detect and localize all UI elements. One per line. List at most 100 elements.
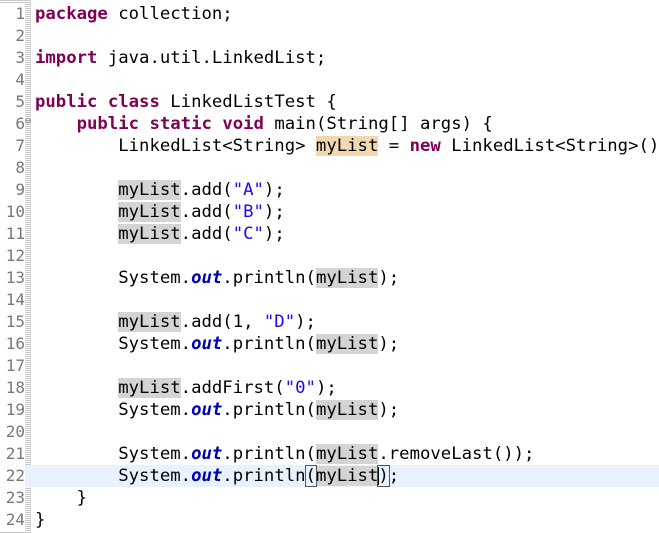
code-token: .add(	[180, 202, 233, 222]
static-field-token: out	[191, 400, 223, 420]
code-text[interactable]: myList.add(1, "D");	[35, 311, 316, 333]
code-text[interactable]: package collection;	[35, 3, 233, 25]
code-line[interactable]: 24}	[0, 509, 659, 531]
code-token: System.	[35, 334, 192, 354]
code-line[interactable]: 7 LinkedList<String> myList = new Linked…	[0, 135, 659, 157]
code-line[interactable]: 11 myList.add("C");	[0, 223, 659, 245]
code-text[interactable]: public class LinkedListTest {	[35, 91, 337, 113]
code-token: );	[263, 180, 285, 200]
code-line[interactable]: 6 ⊖ public static void main(String[] args…	[0, 113, 659, 135]
line-number: 4	[0, 69, 25, 91]
code-line[interactable]: 21 System.out.println(myList.removeLast(…	[0, 443, 659, 465]
line-number: 11	[0, 223, 25, 245]
code-token: .println(	[222, 400, 316, 420]
matching-bracket-token: )	[377, 465, 390, 487]
code-token: System.	[35, 268, 192, 288]
code-text[interactable]: System.out.println(myList.removeLast());	[35, 443, 534, 465]
line-number: 13	[0, 267, 25, 289]
code-text[interactable]: myList.add("B");	[35, 201, 285, 223]
keyword-token: public	[76, 114, 140, 134]
line-number: 24	[0, 509, 25, 531]
code-text[interactable]: myList.add("C");	[35, 223, 285, 245]
keyword-token: class	[107, 92, 160, 112]
code-line[interactable]: 2	[0, 25, 659, 47]
line-number: 21	[0, 443, 25, 465]
code-token: );	[378, 268, 400, 288]
code-line[interactable]: 14	[0, 289, 659, 311]
variable-occurrence-token: myList	[118, 202, 181, 222]
static-field-token: out	[191, 444, 223, 464]
code-token: .println(	[222, 334, 316, 354]
fold-collapse-icon[interactable]: ⊖	[25, 113, 31, 131]
code-line[interactable]: 19 System.out.println(myList);	[0, 399, 659, 421]
code-line[interactable]: 8	[0, 157, 659, 179]
code-token: );	[378, 400, 400, 420]
line-number: 6	[0, 113, 25, 135]
code-line[interactable]: 16 System.out.println(myList);	[0, 333, 659, 355]
line-number: 1	[0, 3, 25, 25]
code-text[interactable]: }	[35, 509, 45, 531]
code-token: LinkedList<String>	[35, 136, 316, 156]
code-token: System.	[35, 466, 192, 486]
code-token: .println	[222, 466, 306, 486]
variable-occurrence-token: myList	[118, 378, 181, 398]
code-line[interactable]: 17	[0, 355, 659, 377]
line-number: 18	[0, 377, 25, 399]
keyword-token: import	[35, 48, 98, 68]
code-text[interactable]: System.out.println(myList);	[35, 267, 399, 289]
code-line[interactable]: 1 package collection;	[0, 3, 659, 25]
code-token: );	[295, 312, 316, 332]
code-text[interactable]: myList.add("A");	[35, 179, 285, 201]
static-field-token: out	[191, 268, 223, 288]
static-field-token: out	[191, 334, 223, 354]
code-line[interactable]: 9 myList.add("A");	[0, 179, 659, 201]
code-token: }	[35, 488, 88, 508]
code-line[interactable]: 18 myList.addFirst("0");	[0, 377, 659, 399]
code-token: main(String[] args) {	[263, 114, 493, 134]
code-editor[interactable]: 1 package collection; 2 3 import java.util.L…	[0, 0, 659, 533]
code-line[interactable]: 22 System.out.println(myList);	[0, 465, 659, 487]
variable-occurrence-token: myList	[315, 334, 379, 354]
code-text[interactable]: System.out.println(myList);	[35, 333, 399, 355]
variable-occurrence-token: myList	[118, 312, 181, 332]
line-number: 15	[0, 311, 25, 333]
string-literal-token: "B"	[232, 202, 264, 222]
code-line[interactable]: 15 myList.add(1, "D");	[0, 311, 659, 333]
code-token: =	[378, 136, 410, 156]
code-token: );	[378, 334, 400, 354]
code-line[interactable]: 5 public class LinkedListTest {	[0, 91, 659, 113]
code-text[interactable]: LinkedList<String> myList = new LinkedLi…	[35, 135, 659, 157]
code-token: System.	[35, 400, 192, 420]
code-token: LinkedList<String>();	[440, 136, 659, 156]
code-text[interactable]: public static void main(String[] args) {	[35, 113, 493, 135]
code-token: );	[315, 378, 337, 398]
code-token: .add(	[180, 180, 233, 200]
variable-occurrence-token: myList	[315, 400, 379, 420]
line-number: 12	[0, 245, 25, 267]
code-line[interactable]: 23 }	[0, 487, 659, 509]
code-line[interactable]: 20	[0, 421, 659, 443]
code-line[interactable]: 12	[0, 245, 659, 267]
code-token: LinkedListTest {	[159, 92, 337, 112]
line-number: 7	[0, 135, 25, 157]
code-token: collection;	[107, 4, 233, 24]
code-text[interactable]: import java.util.LinkedList;	[35, 47, 326, 69]
line-number: 14	[0, 289, 25, 311]
code-token: .add(1,	[180, 312, 264, 332]
code-token: .println(	[222, 444, 316, 464]
code-token: .removeLast());	[378, 444, 535, 464]
code-line[interactable]: 10 myList.add("B");	[0, 201, 659, 223]
code-line[interactable]: 13 System.out.println(myList);	[0, 267, 659, 289]
code-text[interactable]: System.out.println(myList);	[35, 465, 399, 487]
code-text[interactable]: }	[35, 487, 87, 509]
code-text[interactable]: myList.addFirst("0");	[35, 377, 337, 399]
code-text[interactable]: System.out.println(myList);	[35, 399, 399, 421]
code-token: java.util.LinkedList;	[97, 48, 327, 68]
code-line[interactable]: 3 import java.util.LinkedList;	[0, 47, 659, 69]
keyword-token: new	[409, 136, 441, 156]
keyword-token: package	[35, 4, 108, 24]
code-line[interactable]: 4	[0, 69, 659, 91]
